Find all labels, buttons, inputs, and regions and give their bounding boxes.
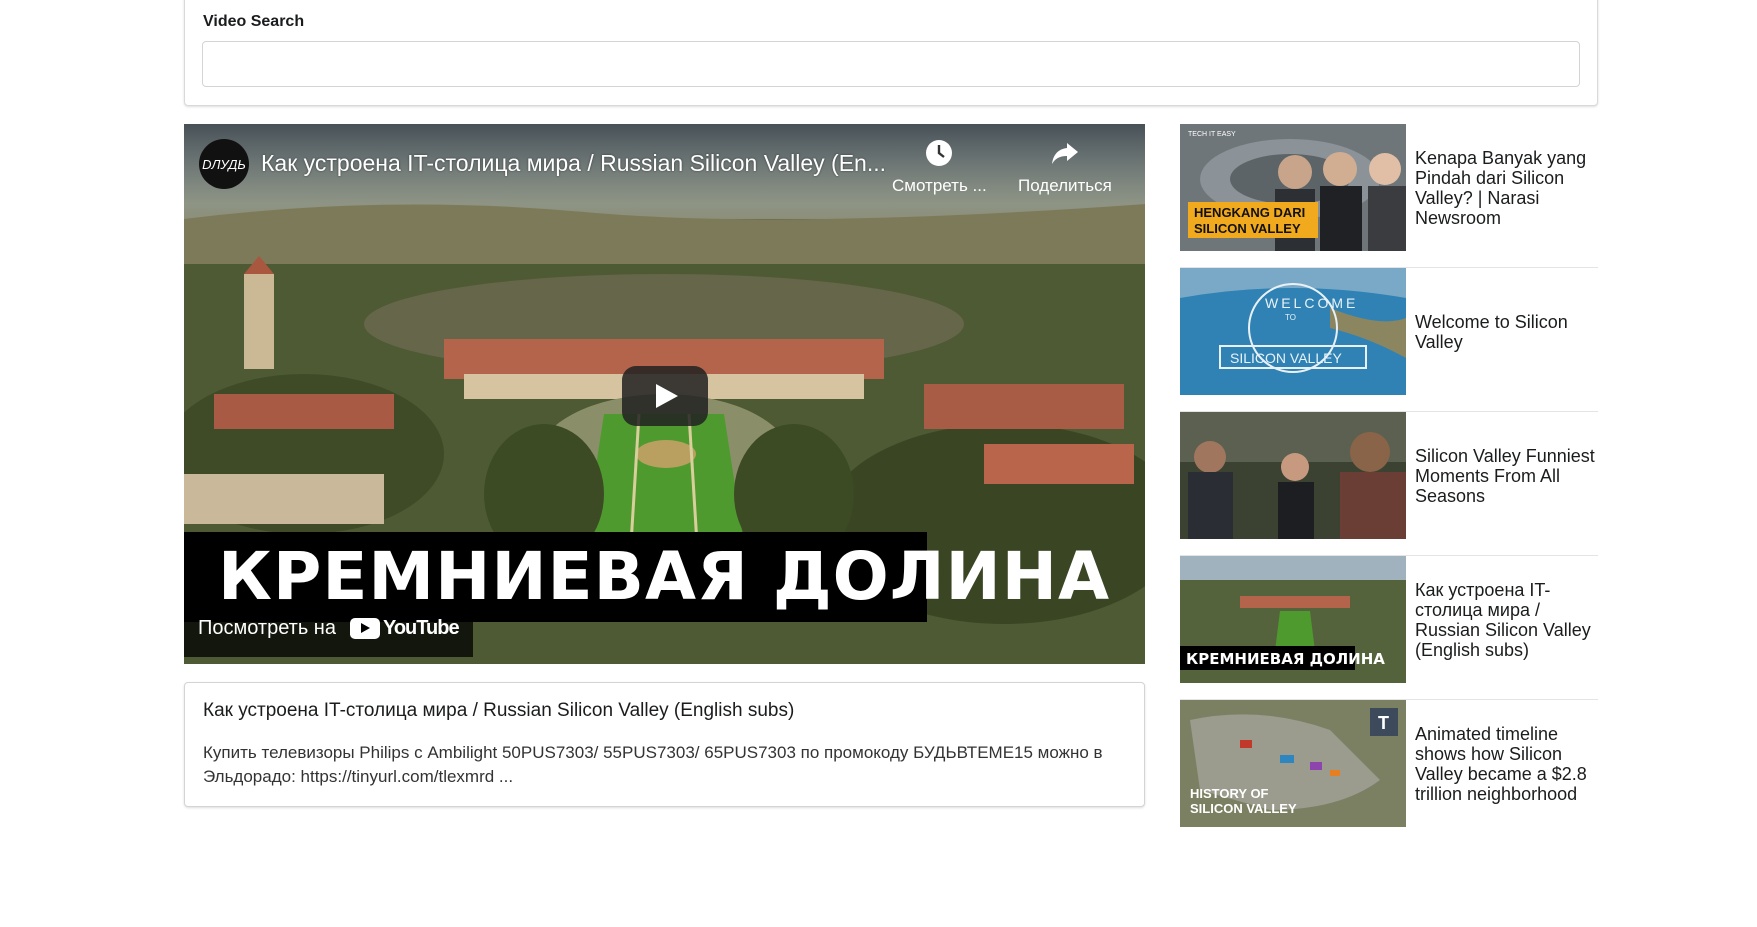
thumb-corner-text: TECH IT EASY: [1188, 131, 1236, 138]
video-details-description: Купить телевизоры Philips с Ambilight 50…: [203, 743, 1103, 786]
thumb-caption: TO: [1285, 313, 1296, 322]
video-list-item-title[interactable]: Kenapa Banyak yang Pindah dari Silicon V…: [1415, 124, 1595, 251]
youtube-logo-text: YouTube: [382, 616, 460, 639]
youtube-logo: YouTube: [349, 616, 460, 640]
play-icon: [656, 384, 678, 408]
search-input[interactable]: [202, 41, 1580, 87]
player-video-title[interactable]: Как устроена IT-столица мира / Russian S…: [261, 150, 886, 177]
share-arrow-icon: [1018, 138, 1112, 176]
thumb-badge: T: [1378, 713, 1389, 733]
thumb-caption: SILICON VALLEY: [1194, 221, 1301, 236]
video-list-item[interactable]: WELCOME TO SILICON VALLEY Welcome to Sil…: [1180, 268, 1598, 412]
video-list-item[interactable]: Silicon Valley Funniest Moments From All…: [1180, 412, 1598, 556]
video-list-item[interactable]: HENGKANG DARI SILICON VALLEY TECH IT EAS…: [1180, 124, 1598, 268]
share-label: Поделиться: [1018, 176, 1112, 195]
video-list-item-title[interactable]: Animated timeline shows how Silicon Vall…: [1415, 700, 1595, 827]
video-details-title: Как устроена IT-столица мира / Russian S…: [203, 700, 795, 721]
video-player[interactable]: DЛУДЬ Как устроена IT-столица мира / Rus…: [184, 124, 1145, 664]
video-thumbnail[interactable]: КРЕМНИЕВАЯ ДОЛИНА: [1180, 556, 1406, 683]
video-list-item-title[interactable]: Silicon Valley Funniest Moments From All…: [1415, 412, 1595, 539]
video-thumbnail[interactable]: HENGKANG DARI SILICON VALLEY TECH IT EAS…: [1180, 124, 1406, 251]
share-button[interactable]: Поделиться: [1018, 138, 1112, 196]
thumb-caption: HISTORY OF: [1190, 786, 1269, 801]
video-thumbnail[interactable]: WELCOME TO SILICON VALLEY: [1180, 268, 1406, 395]
thumb-caption: HENGKANG DARI: [1194, 205, 1305, 220]
thumb-caption: WELCOME: [1265, 295, 1358, 311]
video-list-item-title[interactable]: Welcome to Silicon Valley: [1415, 268, 1595, 395]
video-list-item[interactable]: T HISTORY OF SILICON VALLEY Animated tim…: [1180, 700, 1598, 843]
play-button[interactable]: [622, 366, 708, 426]
thumb-caption: SILICON VALLEY: [1190, 801, 1297, 816]
thumb-caption: SILICON VALLEY: [1230, 350, 1342, 366]
watch-on-label: Посмотреть на: [198, 616, 336, 639]
video-thumbnail[interactable]: T HISTORY OF SILICON VALLEY: [1180, 700, 1406, 827]
video-list-item-title[interactable]: Как устроена IT-столица мира / Russian S…: [1415, 556, 1595, 683]
video-list-item[interactable]: КРЕМНИЕВАЯ ДОЛИНА Как устроена IT-столиц…: [1180, 556, 1598, 700]
watch-later-label: Смотреть ...: [892, 176, 987, 195]
watch-later-button[interactable]: Смотреть ...: [892, 138, 987, 196]
video-thumbnail[interactable]: [1180, 412, 1406, 539]
video-details-card: Как устроена IT-столица мира / Russian S…: [184, 682, 1145, 807]
search-label: Video Search: [203, 13, 305, 30]
channel-avatar[interactable]: DЛУДЬ: [199, 139, 249, 189]
thumb-caption: КРЕМНИЕВАЯ ДОЛИНА: [1186, 650, 1385, 668]
clock-icon: [892, 138, 987, 176]
search-card: Video Search: [184, 0, 1598, 106]
video-list: HENGKANG DARI SILICON VALLEY TECH IT EAS…: [1180, 124, 1598, 843]
youtube-play-icon: [349, 617, 380, 639]
watch-on-youtube-button[interactable]: Посмотреть на YouTube: [184, 599, 473, 657]
